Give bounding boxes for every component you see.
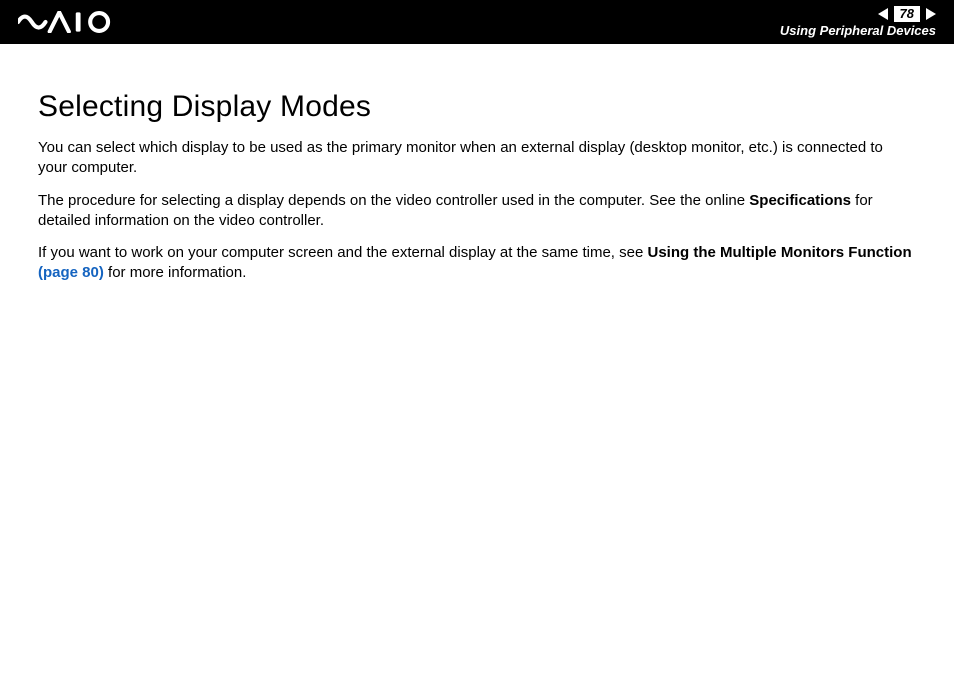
next-page-icon[interactable] xyxy=(926,8,936,20)
p2-text-a: The procedure for selecting a display de… xyxy=(38,192,749,209)
p2-specifications-bold: Specifications xyxy=(749,192,851,209)
paragraph-3: If you want to work on your computer scr… xyxy=(38,243,916,284)
vaio-logo-svg xyxy=(18,11,128,33)
content-area: Selecting Display Modes You can select w… xyxy=(0,44,954,284)
p3-multiple-monitors-bold: Using the Multiple Monitors Function xyxy=(647,244,911,261)
page-number: 78 xyxy=(894,6,920,22)
p3-text-a: If you want to work on your computer scr… xyxy=(38,244,647,261)
section-label: Using Peripheral Devices xyxy=(780,23,936,39)
paragraph-1: You can select which display to be used … xyxy=(38,138,916,179)
prev-page-icon[interactable] xyxy=(878,8,888,20)
header-bar: 78 Using Peripheral Devices xyxy=(0,0,954,44)
paragraph-2: The procedure for selecting a display de… xyxy=(38,191,916,232)
vaio-logo xyxy=(18,0,128,44)
pager: 78 xyxy=(878,6,936,22)
header-right: 78 Using Peripheral Devices xyxy=(780,6,936,39)
p3-text-b: for more information. xyxy=(104,264,247,281)
page-title: Selecting Display Modes xyxy=(38,90,916,124)
page-80-link[interactable]: (page 80) xyxy=(38,264,104,281)
